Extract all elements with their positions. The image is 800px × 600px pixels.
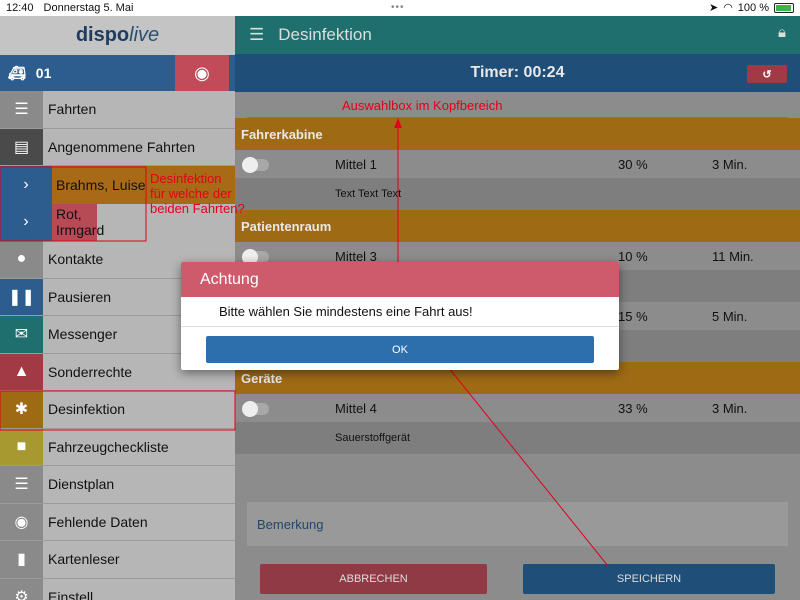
dialog-ok-button[interactable]: OK [206,336,594,363]
annotation-rides-box [0,166,147,242]
annotation-arrowhead-header [394,118,402,128]
alert-dialog: Achtung Bitte wählen Sie mindestens eine… [181,262,619,370]
dialog-message: Bitte wählen Sie mindestens eine Fahrt a… [181,297,619,327]
annotation-menu-box [0,390,236,431]
annotation-header-text: Auswahlbox im Kopfbereich [342,98,503,113]
dialog-title: Achtung [181,262,619,297]
annotation-question: Desinfektion für welche der beiden Fahrt… [150,171,245,216]
